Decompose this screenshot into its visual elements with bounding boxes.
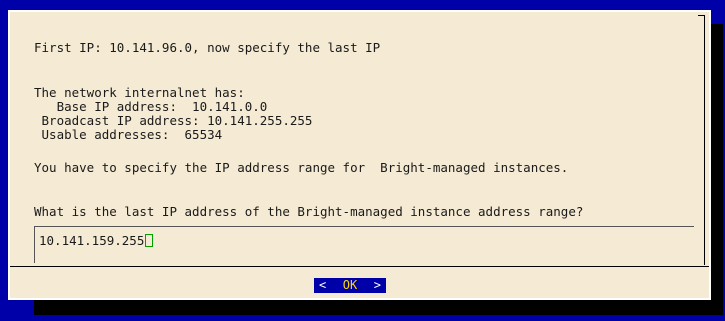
right-arrow-icon: > bbox=[373, 278, 381, 292]
input-value: 10.141.159.255 bbox=[39, 233, 154, 248]
dialog-message: First IP: 10.141.96.0, now specify the l… bbox=[34, 40, 381, 55]
range-note: You have to specify the IP address range… bbox=[34, 160, 569, 175]
input-text: 10.141.159.255 bbox=[39, 233, 145, 248]
input-bracket bbox=[34, 255, 35, 263]
usable-addresses-line: Usable addresses: 65534 bbox=[34, 127, 223, 142]
base-ip-line: Base IP address: 10.141.0.0 bbox=[34, 99, 268, 114]
dialog-box: First IP: 10.141.96.0, now specify the l… bbox=[8, 10, 711, 300]
frame-right-edge bbox=[704, 15, 705, 265]
last-ip-input[interactable]: 10.141.159.255 bbox=[34, 226, 694, 263]
text-cursor bbox=[145, 234, 154, 247]
terminal-screen: First IP: 10.141.96.0, now specify the l… bbox=[0, 0, 725, 321]
broadcast-ip-line: Broadcast IP address: 10.141.255.255 bbox=[34, 113, 313, 128]
left-arrow-icon: < bbox=[319, 278, 327, 292]
question-label: What is the last IP address of the Brigh… bbox=[34, 204, 584, 219]
network-intro: The network internalnet has: bbox=[34, 85, 245, 100]
button-separator bbox=[10, 266, 709, 267]
ok-button[interactable]: < OK > bbox=[314, 278, 386, 293]
ok-button-label: OK bbox=[342, 278, 358, 292]
